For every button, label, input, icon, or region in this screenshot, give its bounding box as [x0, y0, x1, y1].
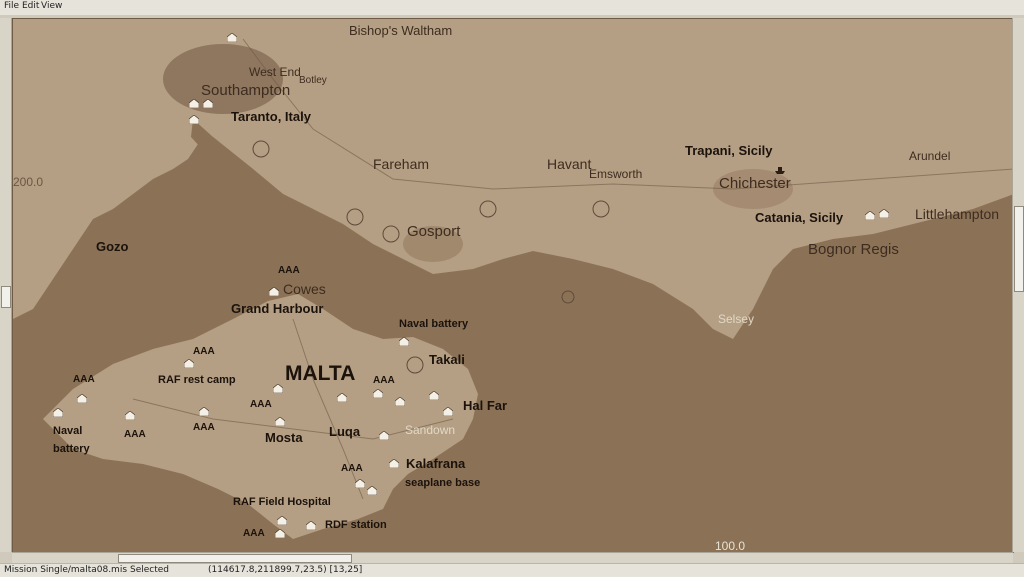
town-label: Gosport	[407, 223, 461, 240]
mission-label: Gozo	[96, 239, 129, 254]
building-marker-icon[interactable]	[275, 529, 285, 538]
mission-label: AAA	[250, 399, 272, 410]
mission-label: Kalafrana	[406, 456, 466, 471]
town-label: Havant	[547, 156, 592, 172]
status-coordinates: (114617.8,211899.7,23.5) [13,25]	[208, 565, 363, 575]
mission-label: Catania, Sicily	[755, 210, 844, 225]
mission-label: Luqa	[329, 424, 361, 439]
mission-label: AAA	[73, 374, 95, 385]
horizontal-scrollbar[interactable]	[12, 552, 1013, 563]
building-marker-icon[interactable]	[227, 33, 237, 42]
building-marker-icon[interactable]	[443, 407, 453, 416]
building-marker-icon[interactable]	[367, 486, 377, 495]
mission-label: Naval battery	[399, 318, 469, 330]
building-marker-icon[interactable]	[306, 521, 316, 530]
building-marker-icon[interactable]	[395, 397, 405, 406]
town-label: Botley	[299, 75, 327, 86]
mission-label: seaplane base	[405, 477, 481, 489]
menu-file[interactable]: File	[4, 1, 19, 11]
mission-label: AAA	[341, 463, 363, 474]
building-marker-icon[interactable]	[189, 99, 199, 108]
town-label: Chichester	[719, 175, 791, 192]
building-marker-icon[interactable]	[355, 479, 365, 488]
building-marker-icon[interactable]	[275, 417, 285, 426]
building-marker-icon[interactable]	[399, 337, 409, 346]
mission-label: MALTA	[285, 362, 356, 385]
building-marker-icon[interactable]	[53, 408, 63, 417]
mission-label: battery	[53, 443, 90, 455]
town-label: Bishop's Waltham	[349, 23, 453, 38]
building-marker-icon[interactable]	[203, 99, 213, 108]
grid-label-bottom: 100.0	[715, 539, 746, 553]
mission-label: RDF station	[325, 519, 387, 531]
horizontal-scrollbar-thumb[interactable]	[118, 554, 352, 563]
building-marker-icon[interactable]	[429, 391, 439, 400]
building-marker-icon[interactable]	[389, 459, 399, 468]
ship-marker-icon[interactable]	[775, 165, 785, 174]
mission-label: AAA	[193, 346, 215, 357]
building-marker-icon[interactable]	[373, 389, 383, 398]
status-mission: Mission Single/malta08.mis	[4, 565, 128, 575]
building-marker-icon[interactable]	[125, 411, 135, 420]
building-marker-icon[interactable]	[337, 393, 347, 402]
mission-label: Mosta	[265, 430, 303, 445]
menu-bar: File Edit View	[0, 0, 1024, 16]
building-marker-icon[interactable]	[273, 384, 283, 393]
town-label: Selsey	[718, 312, 755, 326]
town-label: Emsworth	[589, 167, 643, 181]
mission-label: Taranto, Italy	[231, 109, 311, 124]
map-view[interactable]: 200.0 100.0 Bishop's Waltham West End Bo…	[12, 18, 1014, 553]
status-selected: Selected	[130, 565, 170, 575]
left-scrollbar-thumb[interactable]	[1, 286, 11, 308]
mission-label: RAF Field Hospital	[233, 496, 331, 508]
building-marker-icon[interactable]	[865, 211, 875, 220]
town-label: Arundel	[909, 149, 951, 163]
building-marker-icon[interactable]	[184, 359, 194, 368]
town-label: Bognor Regis	[808, 241, 899, 258]
mission-label: RAF rest camp	[158, 374, 236, 386]
left-scrollbar[interactable]	[0, 18, 12, 552]
mission-label: AAA	[124, 429, 146, 440]
town-label: Fareham	[373, 156, 430, 172]
mission-label: Grand Harbour	[231, 301, 324, 316]
vertical-scrollbar-thumb[interactable]	[1014, 206, 1024, 292]
building-marker-icon[interactable]	[269, 287, 279, 296]
building-marker-icon[interactable]	[199, 407, 209, 416]
vertical-scrollbar[interactable]	[1012, 18, 1024, 552]
building-marker-icon[interactable]	[189, 115, 199, 124]
town-label: Sandown	[405, 423, 456, 437]
mission-label: AAA	[193, 422, 215, 433]
town-label: Cowes	[283, 281, 326, 297]
building-marker-icon[interactable]	[379, 431, 389, 440]
grid-label-left: 200.0	[13, 175, 44, 189]
menu-edit[interactable]: Edit	[22, 1, 39, 11]
building-marker-icon[interactable]	[77, 394, 87, 403]
mission-label: AAA	[373, 375, 395, 386]
mission-label: AAA	[243, 528, 265, 539]
status-bar: Mission Single/malta08.mis Selected (114…	[0, 563, 1024, 577]
map-terrain	[13, 19, 1014, 553]
mission-label: AAA	[278, 265, 300, 276]
town-label: Littlehampton	[915, 206, 1000, 222]
mission-label: Naval	[53, 425, 83, 437]
mission-label: Trapani, Sicily	[685, 143, 773, 158]
town-label: Southampton	[201, 82, 291, 99]
building-marker-icon[interactable]	[879, 209, 889, 218]
town-label: West End	[249, 65, 301, 79]
mission-label: Takali	[429, 352, 465, 367]
mission-label: Hal Far	[463, 398, 508, 413]
building-marker-icon[interactable]	[277, 516, 287, 525]
menu-view[interactable]: View	[41, 1, 62, 11]
